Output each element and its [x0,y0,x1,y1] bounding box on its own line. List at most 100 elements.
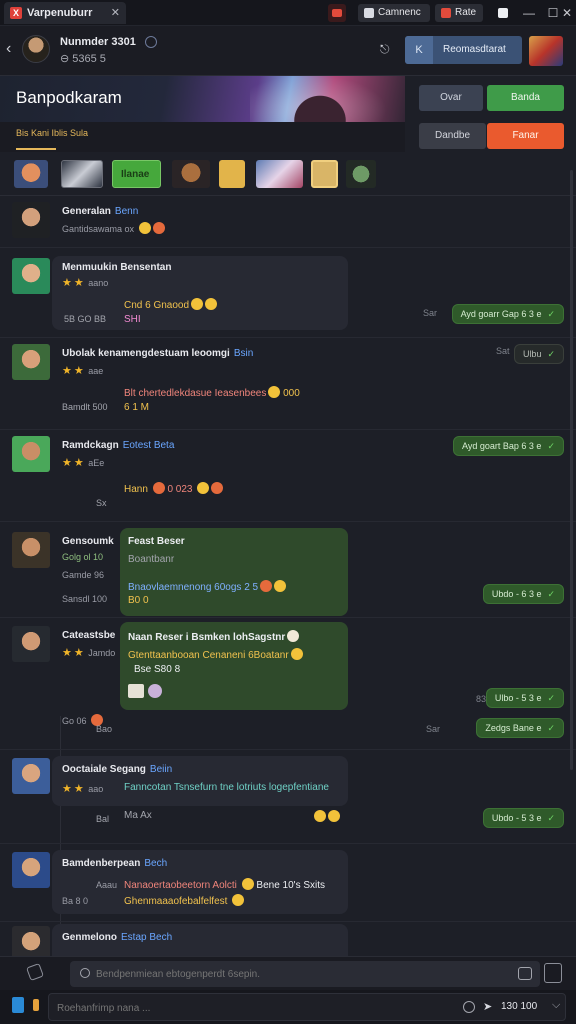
reply-pill[interactable]: Ayd goarr Gap 6 3 e ✓ [451,304,564,324]
user-avatar[interactable] [12,626,50,662]
dandbe-button[interactable]: Dandbe [419,123,486,149]
sticker-chip[interactable] [14,160,48,188]
user-avatar[interactable] [12,758,50,794]
sticker-chip[interactable] [172,160,210,188]
message-author[interactable]: Ooctaiale Segang Beiin [62,764,172,775]
window-titlebar: X Varpenuburr ✕ Camnenc Rate — ☐ ✕ [0,0,576,26]
sticker-chip-label: Ilanae [121,169,150,180]
reply-pill[interactable]: Zedgs Bane e ✓ [476,718,564,738]
user-avatar[interactable] [12,532,50,568]
sticker-chip[interactable]: Ilanae [112,160,161,188]
character-count: 130 100 [501,1001,538,1012]
user-menu-button[interactable]: K Reomasdtarat [405,36,522,64]
read-check-icon: ✓ [547,813,555,823]
sub-tab-active[interactable]: Bis Kani Iblis Sula [16,128,88,138]
user-avatar[interactable] [12,852,50,888]
reply-pill[interactable]: Ulbo - 5 3 e ✓ [485,688,564,708]
message-meta: Golg ol 10 [62,552,104,562]
browser-tab[interactable]: X Varpenuburr ✕ [4,2,126,24]
record-button[interactable] [328,4,346,22]
reply-time: 83 [476,694,487,704]
message-meta: Sansdl 100 [62,594,108,604]
send-icon[interactable]: ➤ [483,1000,492,1013]
read-check-icon: ✓ [547,693,555,703]
tab-close-icon[interactable]: ✕ [111,6,120,19]
message-field[interactable]: ➤ 130 100 ⌵ [48,993,566,1021]
attach-icon[interactable] [26,963,44,981]
sticker-chip[interactable] [61,160,103,188]
message-text: Cnd 6 Gnaood [124,298,218,311]
user-key-icon: K [405,36,433,64]
message-meta: Gantidsawama ox [62,222,165,234]
reply-pill[interactable]: Ubdo - 6 3 e ✓ [482,584,564,604]
message-row: Bamdenberpean Bech Aaau Ba 8 0 Nanaoertao… [0,844,576,922]
over-button[interactable]: Ovar [419,85,483,111]
message-row: Genmelono Estap Bech [0,922,576,964]
camera-button[interactable]: Camnenc [358,4,430,22]
info-icon[interactable] [145,36,157,48]
link-icon[interactable]: ⎋ [380,42,390,57]
emoji-icon [328,810,340,822]
scrollbar[interactable] [570,170,573,770]
user-avatar[interactable] [12,202,50,238]
reaction-emoji-group[interactable] [312,810,340,823]
attachment-thumbnail[interactable] [128,684,144,698]
reply-pill[interactable]: Ulbu ✓ [513,344,564,364]
message-author[interactable]: Menmuukin Bensentan [62,262,171,273]
user-avatar[interactable] [12,344,50,380]
message-meta: ★★ aae [62,365,104,377]
sticker-chip[interactable] [256,160,303,188]
bolt-icon[interactable] [33,999,39,1011]
message-text: 6 1 M [124,402,150,413]
back-arrow-icon[interactable]: ‹ [6,40,11,58]
message-row: Ubolak kenamengdestuam leoomgi Bsin ★★ aa… [0,338,576,430]
rate-button[interactable]: Rate [435,4,483,22]
tab-title: Varpenuburr [27,7,93,19]
reaction-icon[interactable] [148,684,162,698]
read-check-icon: ✓ [547,309,555,319]
message-author[interactable]: Generalan Benn [62,206,138,217]
search-field[interactable] [70,961,540,987]
message-input[interactable] [57,999,417,1017]
search-input[interactable] [96,965,496,983]
emoji-icon [260,580,273,592]
emoji-picker-icon[interactable] [463,1001,475,1013]
user-avatar[interactable] [12,436,50,472]
chevron-down-icon[interactable]: ⌵ [552,999,560,1012]
read-check-icon: ✓ [547,723,555,733]
app-icon[interactable] [12,997,24,1013]
sub-tab-underline [16,148,56,150]
message-author[interactable]: Ramdckagn Eotest Beta [62,440,174,451]
sticker-chip[interactable] [219,160,245,188]
message-meta: ★★ Jamdo [62,647,116,659]
window-pin-icon[interactable] [494,4,512,22]
user-avatar[interactable] [12,258,50,294]
emoji-icon [241,878,254,890]
reply-pill[interactable]: Ayd goart Bap 6 3 e ✓ [453,436,564,456]
banda-button[interactable]: Banda [487,85,564,111]
message-author[interactable]: Cateastsbe [62,630,115,641]
fanar-button[interactable]: Fanar [487,123,564,149]
sticker-chip[interactable] [346,160,376,188]
message-text: Gtenttaanbooan Cenaneni 6Boatanr [128,648,303,661]
panel-toggle-icon[interactable] [544,963,562,983]
profile-picture[interactable] [529,36,563,66]
message-text: Ghenmaaaofebalfelfest [124,894,245,907]
close-window-button[interactable]: ✕ [558,4,576,22]
message-row: Cateastsbe ★★ Jamdo Naan Reser i Bsmken … [0,618,576,750]
message-meta: Ba 8 0 [62,896,89,906]
channel-avatar[interactable] [22,35,50,63]
message-author[interactable]: Bamdenberpean Bech [62,858,167,869]
message-author[interactable]: Gensoumk [62,536,114,547]
reply-time: Sar [423,308,438,318]
reply-pill[interactable]: Ubdo - 5 3 e ✓ [482,808,564,828]
minimize-button[interactable]: — [520,4,538,22]
rate-label: Rate [455,7,477,18]
message-time: Bal [96,814,110,824]
sticker-chip[interactable] [311,160,338,188]
message-author[interactable]: Ubolak kenamengdestuam leoomgi Bsin [62,348,253,359]
message-input-bar: ➤ 130 100 ⌵ [0,990,576,1024]
message-text: Bnaovlaemnenong 60ogs 2 5 [128,580,287,593]
message-author[interactable]: Genmelono Estap Bech [62,932,172,943]
camera-icon[interactable] [518,967,532,980]
